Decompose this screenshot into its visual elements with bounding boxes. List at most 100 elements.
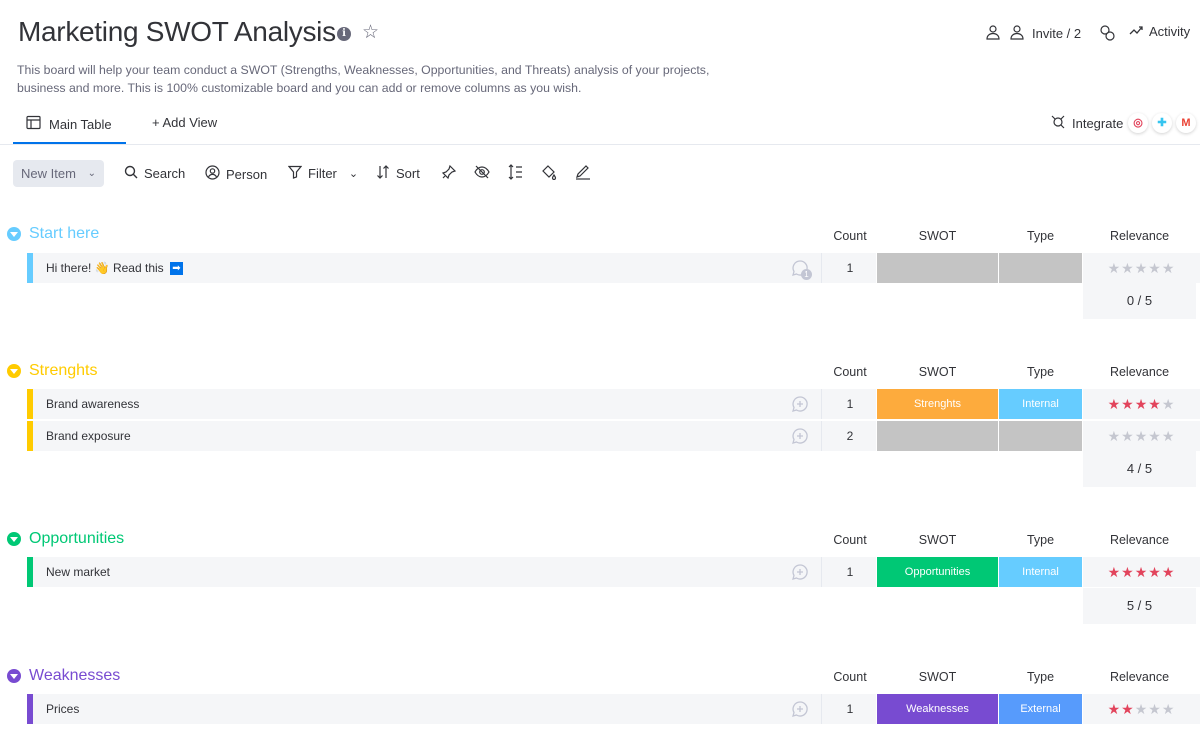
type-status-cell[interactable] (999, 421, 1082, 451)
table-row[interactable]: New market 1 Opportunities Internal ★★★★… (27, 557, 1200, 587)
column-header-relevance[interactable]: Relevance (1083, 229, 1196, 243)
column-header-count[interactable]: Count (824, 229, 876, 243)
column-header-relevance[interactable]: Relevance (1083, 670, 1196, 684)
sort-button[interactable]: Sort (376, 165, 420, 182)
star-empty-icon[interactable]: ★ (1108, 428, 1122, 444)
add-update-icon[interactable] (791, 700, 809, 718)
swot-status-cell[interactable]: Opportunities (877, 557, 998, 587)
count-cell[interactable]: 1 (824, 253, 876, 283)
swot-status-cell[interactable] (877, 421, 998, 451)
column-header-type[interactable]: Type (999, 533, 1082, 547)
column-header-relevance[interactable]: Relevance (1083, 533, 1196, 547)
swot-status-cell[interactable]: Weaknesses (877, 694, 998, 724)
star-filled-icon[interactable]: ★ (1148, 564, 1162, 580)
star-empty-icon[interactable]: ★ (1135, 701, 1149, 717)
add-view-button[interactable]: + Add View (152, 115, 217, 130)
item-name[interactable]: Prices (33, 694, 821, 724)
table-row[interactable]: Prices 1 Weaknesses External ★★★★★ (27, 694, 1200, 724)
group-title[interactable]: Strenghts (29, 362, 97, 380)
column-header-type[interactable]: Type (999, 365, 1082, 379)
star-empty-icon[interactable]: ★ (1162, 396, 1176, 412)
person-filter-button[interactable]: Person (205, 165, 267, 183)
item-name[interactable]: Hi there! 👋 Read this ➡ (33, 253, 821, 283)
table-row[interactable]: Hi there! 👋 Read this ➡ 1 1 ★★★★★ (27, 253, 1200, 283)
star-empty-icon[interactable]: ★ (1148, 260, 1162, 276)
hide-icon[interactable] (474, 164, 492, 182)
row-height-icon[interactable] (507, 164, 525, 182)
info-icon[interactable]: i (337, 27, 351, 41)
gmail-icon[interactable]: M (1176, 113, 1196, 133)
star-empty-icon[interactable]: ★ (1148, 428, 1162, 444)
star-empty-icon[interactable]: ★ (1162, 701, 1176, 717)
collapse-caret-icon[interactable] (7, 532, 21, 546)
star-filled-icon[interactable]: ★ (1135, 564, 1149, 580)
pin-icon[interactable] (441, 164, 459, 182)
column-header-count[interactable]: Count (824, 365, 876, 379)
slack-icon[interactable]: ✚ (1152, 113, 1172, 133)
group-header-opportunities[interactable]: Opportunities (7, 530, 124, 548)
star-icon[interactable]: ☆ (362, 22, 379, 44)
column-header-swot[interactable]: SWOT (877, 533, 998, 547)
type-status-cell[interactable]: Internal (999, 389, 1082, 419)
star-empty-icon[interactable]: ★ (1108, 260, 1122, 276)
app-circle-icon[interactable]: ◎ (1128, 113, 1148, 133)
type-status-cell[interactable] (999, 253, 1082, 283)
swot-status-cell[interactable]: Strenghts (877, 389, 998, 419)
collapse-caret-icon[interactable] (7, 364, 21, 378)
filter-chevron-icon[interactable]: ⌄ (349, 167, 358, 180)
star-filled-icon[interactable]: ★ (1148, 396, 1162, 412)
item-name[interactable]: New market (33, 557, 821, 587)
integrate-button[interactable]: Integrate (1050, 114, 1123, 133)
star-empty-icon[interactable]: ★ (1121, 428, 1135, 444)
star-filled-icon[interactable]: ★ (1108, 396, 1122, 412)
person-icon[interactable] (985, 24, 1001, 40)
invite-button[interactable]: Invite / 2 (1010, 24, 1081, 43)
new-item-button[interactable]: New Item ⌄ (13, 160, 104, 187)
column-header-type[interactable]: Type (999, 670, 1082, 684)
star-empty-icon[interactable]: ★ (1162, 428, 1176, 444)
tab-main-table[interactable]: Main Table (26, 115, 112, 134)
star-empty-icon[interactable]: ★ (1162, 260, 1176, 276)
group-title[interactable]: Start here (29, 225, 99, 243)
column-header-count[interactable]: Count (824, 670, 876, 684)
group-title[interactable]: Weaknesses (29, 667, 120, 685)
relevance-rating[interactable]: ★★★★★ (1083, 421, 1200, 451)
add-update-icon[interactable] (791, 427, 809, 445)
relevance-rating[interactable]: ★★★★★ (1083, 694, 1200, 724)
star-empty-icon[interactable]: ★ (1135, 428, 1149, 444)
column-header-swot[interactable]: SWOT (877, 229, 998, 243)
star-empty-icon[interactable]: ★ (1121, 260, 1135, 276)
collapse-caret-icon[interactable] (7, 227, 21, 241)
type-status-cell[interactable]: External (999, 694, 1082, 724)
star-filled-icon[interactable]: ★ (1162, 564, 1176, 580)
count-cell[interactable]: 1 (824, 557, 876, 587)
column-header-type[interactable]: Type (999, 229, 1082, 243)
count-cell[interactable]: 1 (824, 694, 876, 724)
table-row[interactable]: Brand awareness 1 Strenghts Internal ★★★… (27, 389, 1200, 419)
column-header-count[interactable]: Count (824, 533, 876, 547)
star-filled-icon[interactable]: ★ (1121, 701, 1135, 717)
collapse-caret-icon[interactable] (7, 669, 21, 683)
activity-button[interactable]: Activity (1129, 24, 1190, 39)
group-header-strenghts[interactable]: Strenghts (7, 362, 97, 380)
integrations-icon[interactable] (1098, 24, 1116, 42)
color-fill-icon[interactable] (541, 164, 559, 182)
star-filled-icon[interactable]: ★ (1121, 396, 1135, 412)
relevance-rating[interactable]: ★★★★★ (1083, 557, 1200, 587)
table-row[interactable]: Brand exposure 2 ★★★★★ (27, 421, 1200, 451)
swot-status-cell[interactable] (877, 253, 998, 283)
count-cell[interactable]: 2 (824, 421, 876, 451)
group-title[interactable]: Opportunities (29, 530, 124, 548)
conversation-icon[interactable]: 1 (791, 259, 812, 280)
add-update-icon[interactable] (791, 395, 809, 413)
star-filled-icon[interactable]: ★ (1121, 564, 1135, 580)
add-update-icon[interactable] (791, 563, 809, 581)
column-header-swot[interactable]: SWOT (877, 670, 998, 684)
column-header-relevance[interactable]: Relevance (1083, 365, 1196, 379)
column-header-swot[interactable]: SWOT (877, 365, 998, 379)
relevance-rating[interactable]: ★★★★★ (1083, 253, 1200, 283)
relevance-rating[interactable]: ★★★★★ (1083, 389, 1200, 419)
star-filled-icon[interactable]: ★ (1108, 564, 1122, 580)
search-button[interactable]: Search (124, 165, 185, 182)
group-header-weaknesses[interactable]: Weaknesses (7, 667, 120, 685)
